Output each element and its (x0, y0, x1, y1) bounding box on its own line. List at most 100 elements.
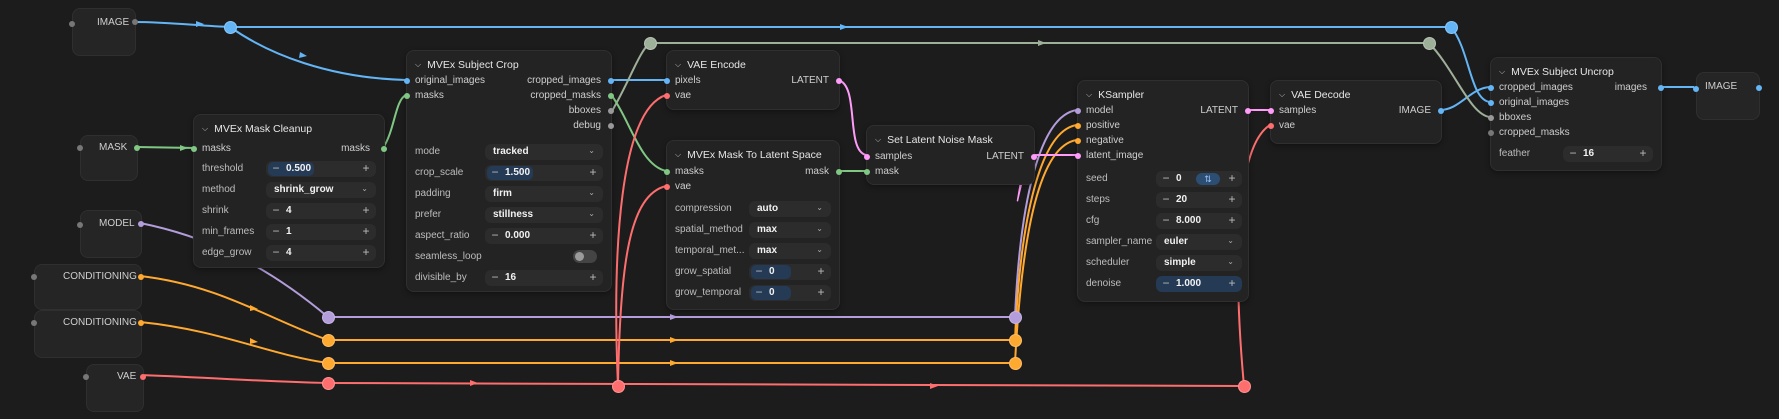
decrement-icon[interactable]: − (1565, 146, 1581, 162)
decrement-icon[interactable]: − (268, 203, 284, 219)
output-slot-masks[interactable] (381, 146, 387, 152)
method-select[interactable]: shrink_grow ⌄ (266, 182, 376, 198)
input-slot-latent-image[interactable] (1075, 153, 1081, 159)
wire-vae-to-reroute[interactable] (139, 374, 329, 384)
output-slot-latent[interactable] (1245, 108, 1251, 114)
spatial-method-select[interactable]: max ⌄ (749, 222, 831, 238)
output-slot-cropped-masks[interactable] (608, 93, 614, 99)
node-subject-uncrop[interactable]: ⌵ MVEx Subject Uncrop cropped_images ori… (1488, 57, 1664, 171)
decrement-icon[interactable]: − (487, 270, 503, 286)
steps-stepper[interactable]: − 20 + (1156, 192, 1242, 208)
node-title[interactable]: ⌵ VAE Decode (1279, 89, 1350, 101)
chevron-down-icon[interactable]: ⌵ (875, 135, 881, 145)
input-slot-masks[interactable] (664, 169, 670, 175)
wire-vae-long[interactable] (327, 382, 1245, 387)
input-node-conditioning-1[interactable]: CONDITIONING (31, 264, 144, 310)
increment-icon[interactable]: + (813, 264, 829, 280)
input-slot-original-images[interactable] (404, 78, 410, 84)
node-ksampler[interactable]: ⌵ KSampler model positive negative laten… (1075, 80, 1251, 302)
input-slot-bboxes[interactable] (1488, 115, 1494, 121)
seed-stepper[interactable]: − 0 ⇅ + (1156, 171, 1242, 187)
mode-select[interactable]: tracked ⌄ (485, 144, 603, 160)
denoise-stepper[interactable]: − 1.000 + (1156, 276, 1242, 292)
decrement-icon[interactable]: − (751, 285, 767, 301)
increment-icon[interactable]: + (813, 285, 829, 301)
input-node-conditioning-2[interactable]: CONDITIONING (31, 310, 144, 358)
input-node-image[interactable]: IMAGE (69, 8, 138, 56)
node-vae-encode[interactable]: ⌵ VAE Encode pixels vae LATENT (664, 50, 842, 110)
node-mask-cleanup[interactable]: ⌵ MVEx Mask Cleanup masks masks threshol… (191, 114, 387, 268)
output-node-image[interactable]: IMAGE (1693, 72, 1762, 120)
wire-image-to-crop[interactable] (229, 26, 407, 81)
node-title[interactable]: ⌵ Set Latent Noise Mask (875, 134, 993, 146)
input-slot[interactable] (1693, 86, 1699, 92)
sampler-name-select[interactable]: euler ⌄ (1156, 234, 1242, 250)
chevron-down-icon[interactable]: ⌵ (202, 124, 208, 134)
collapse-dot[interactable] (69, 21, 75, 27)
node-title[interactable]: ⌵ VAE Encode (675, 59, 746, 71)
input-node-mask[interactable]: MASK (77, 135, 140, 181)
seamless-loop-toggle[interactable] (573, 250, 597, 263)
output-slot[interactable] (140, 374, 146, 380)
input-slot-samples[interactable] (864, 154, 870, 160)
wire-cond1-to-reroute[interactable] (139, 275, 329, 341)
decrement-icon[interactable]: − (1158, 171, 1174, 187)
reroute-vae-mid[interactable] (612, 380, 625, 393)
output-slot[interactable] (1756, 85, 1762, 91)
input-slot-vae[interactable] (664, 184, 670, 190)
input-node-vae[interactable]: VAE (83, 364, 146, 412)
threshold-stepper[interactable]: − 0.500 + (266, 161, 376, 177)
increment-icon[interactable]: + (358, 161, 374, 177)
grow-spatial-stepper[interactable]: − 0 + (749, 264, 831, 280)
reroute-image[interactable] (224, 21, 237, 34)
wire-image-to-reroute[interactable] (133, 21, 231, 28)
node-title[interactable]: ⌵ MVEx Mask To Latent Space (675, 149, 822, 161)
shuffle-icon[interactable]: ⇅ (1196, 173, 1220, 185)
wire-bboxes-reroute[interactable] (611, 42, 651, 112)
reroute-cond1-right[interactable] (1009, 334, 1022, 347)
input-slot-model[interactable] (1075, 108, 1081, 114)
node-title[interactable]: ⌵ KSampler (1086, 89, 1144, 101)
output-slot-latent[interactable] (1031, 154, 1037, 160)
compression-select[interactable]: auto ⌄ (749, 201, 831, 217)
increment-icon[interactable]: + (358, 224, 374, 240)
input-slot-masks[interactable] (404, 93, 410, 99)
cfg-stepper[interactable]: − 8.000 + (1156, 213, 1242, 229)
increment-icon[interactable]: + (1635, 146, 1651, 162)
shrink-stepper[interactable]: − 4 + (266, 203, 376, 219)
min-frames-stepper[interactable]: − 1 + (266, 224, 376, 240)
input-slot-negative[interactable] (1075, 138, 1081, 144)
increment-icon[interactable]: + (1224, 192, 1240, 208)
input-slot-cropped-images[interactable] (1488, 85, 1494, 91)
increment-icon[interactable]: + (358, 203, 374, 219)
decrement-icon[interactable]: − (268, 161, 284, 177)
node-title[interactable]: ⌵ MVEx Subject Crop (415, 59, 519, 71)
output-slot-images[interactable] (1658, 85, 1664, 91)
output-slot-cropped-images[interactable] (608, 78, 614, 84)
edge-grow-stepper[interactable]: − 4 + (266, 245, 376, 261)
output-slot[interactable] (134, 145, 140, 151)
decrement-icon[interactable]: − (487, 165, 503, 181)
crop-scale-stepper[interactable]: − 1.500 + (485, 165, 603, 181)
wire-cleanup-to-crop[interactable] (382, 94, 407, 149)
reroute-cond1[interactable] (322, 334, 335, 347)
chevron-down-icon[interactable]: ⌵ (1279, 90, 1285, 100)
reroute-vae[interactable] (322, 377, 335, 390)
chevron-down-icon[interactable]: ⌵ (675, 150, 681, 160)
output-slot[interactable] (132, 19, 138, 25)
collapse-dot[interactable] (77, 145, 83, 151)
reroute-model[interactable] (322, 311, 335, 324)
reroute-image-right[interactable] (1445, 21, 1458, 34)
output-slot-debug[interactable] (608, 123, 614, 129)
wire-latent-to-noise[interactable] (837, 79, 867, 156)
reroute-bboxes[interactable] (644, 37, 657, 50)
decrement-icon[interactable]: − (751, 264, 767, 280)
grow-temporal-stepper[interactable]: − 0 + (749, 285, 831, 301)
input-node-model[interactable]: MODEL (77, 210, 144, 258)
reroute-vae-right[interactable] (1238, 380, 1251, 393)
output-slot-latent[interactable] (836, 78, 842, 84)
wire-image-to-uncrop[interactable] (1450, 26, 1491, 103)
node-subject-crop[interactable]: ⌵ MVEx Subject Crop original_images mask… (404, 50, 614, 292)
input-slot-positive[interactable] (1075, 123, 1081, 129)
prefer-select[interactable]: stillness ⌄ (485, 207, 603, 223)
